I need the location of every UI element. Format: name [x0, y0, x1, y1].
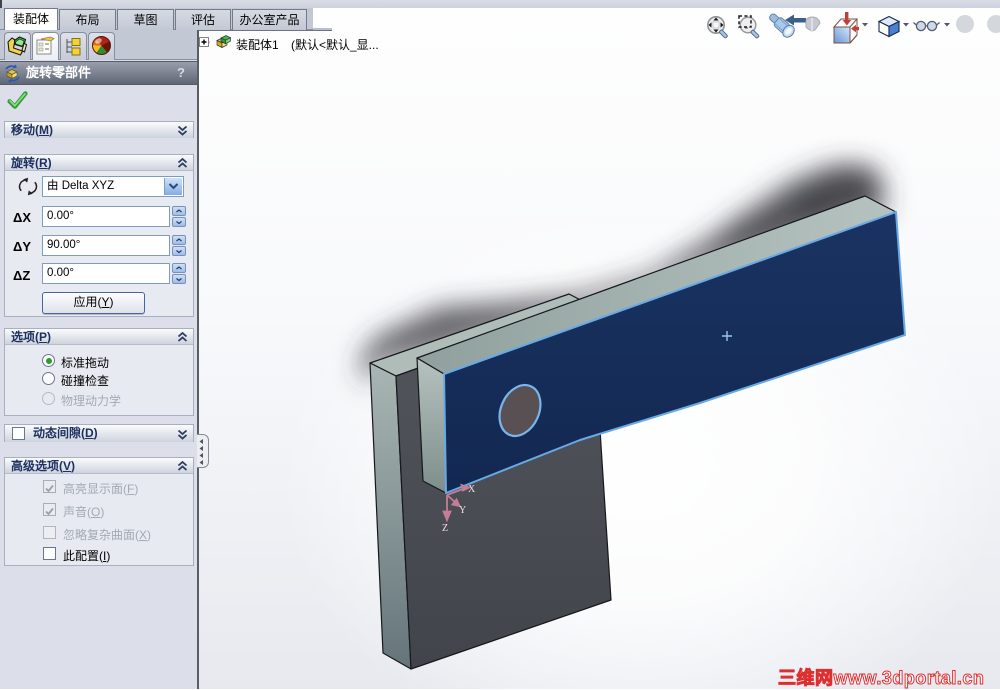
svg-text:X: X	[468, 484, 476, 495]
svg-text:Z: Z	[442, 523, 448, 534]
svg-text:Y: Y	[459, 505, 466, 516]
